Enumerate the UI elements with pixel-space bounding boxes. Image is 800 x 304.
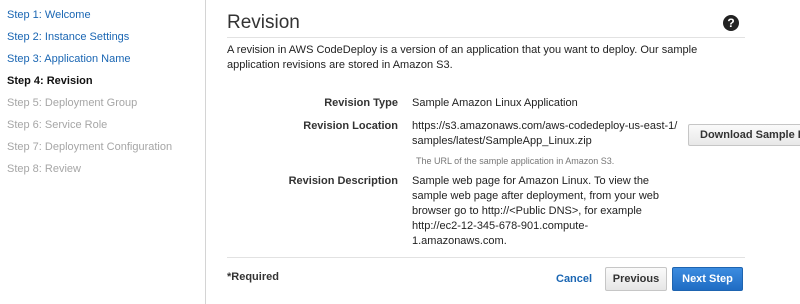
next-step-button[interactable]: Next Step: [672, 267, 743, 291]
download-sample-button[interactable]: Download Sample B: [688, 124, 800, 146]
revision-type-value: Sample Amazon Linux Application: [412, 97, 578, 109]
revision-description-label: Revision Description: [288, 175, 398, 187]
sidebar-divider: [205, 0, 206, 304]
page-title: Revision: [227, 12, 300, 33]
revision-location-hint: The URL of the sample application in Ama…: [416, 156, 615, 166]
step-review: Step 8: Review: [7, 163, 81, 175]
revision-description-value: Sample web page for Amazon Linux. To vie…: [412, 175, 660, 247]
step-application-name-link[interactable]: Step 3: Application Name: [7, 53, 131, 65]
step-welcome-link[interactable]: Step 1: Welcome: [7, 9, 91, 21]
revision-type-label: Revision Type: [324, 97, 398, 109]
title-divider: [227, 37, 745, 38]
step-instance-settings-link[interactable]: Step 2: Instance Settings: [7, 31, 129, 43]
question-circle-icon[interactable]: ?: [723, 15, 739, 31]
revision-intro-text: A revision in AWS CodeDeploy is a versio…: [227, 44, 698, 71]
step-service-role: Step 6: Service Role: [7, 119, 108, 131]
previous-button[interactable]: Previous: [605, 267, 667, 291]
step-revision-current: Step 4: Revision: [7, 75, 93, 87]
required-note: *Required: [227, 271, 279, 283]
step-deployment-group: Step 5: Deployment Group: [7, 97, 138, 109]
revision-location-label: Revision Location: [303, 120, 398, 132]
wizard-steps-sidebar: Step 1: Welcome Step 2: Instance Setting…: [0, 0, 205, 304]
step-deployment-configuration: Step 7: Deployment Configuration: [7, 141, 173, 153]
footer-divider: [227, 257, 745, 258]
cancel-link[interactable]: Cancel: [556, 273, 592, 285]
revision-location-value: https://s3.amazonaws.com/aws-codedeploy-…: [412, 120, 678, 147]
